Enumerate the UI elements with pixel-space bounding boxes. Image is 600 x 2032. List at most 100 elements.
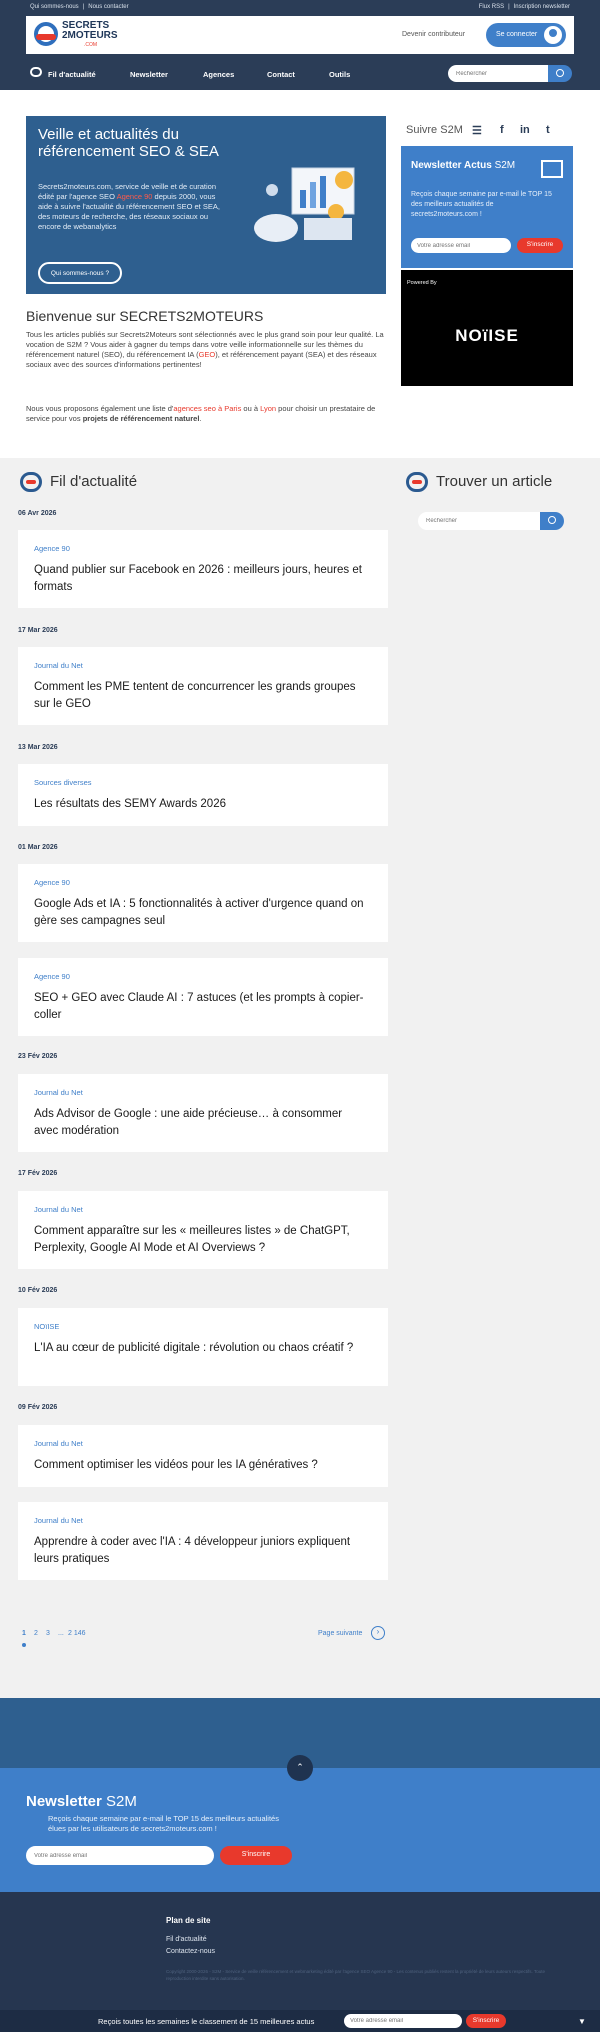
article-search-button[interactable] (540, 512, 564, 530)
article-source[interactable]: Agence 90 (34, 544, 70, 553)
newsletter-email-input[interactable] (411, 238, 511, 253)
article-card[interactable]: Journal du Net Apprendre à coder avec l'I… (18, 1502, 388, 1580)
p2-strong: projets de référencement naturel (82, 414, 200, 423)
search-icon (548, 516, 556, 524)
page-link-3[interactable]: 3 (46, 1630, 50, 1637)
envelope-icon (541, 160, 563, 178)
facebook-icon[interactable]: f (500, 124, 504, 136)
article-title[interactable]: SEO + GEO avec Claude AI : 7 astuces (et… (34, 990, 364, 1024)
top-utility-bar: Qui sommes-nous | Nous contacter Flux RSS |… (0, 0, 600, 14)
hero-title: Veille et actualités du référencement SE… (38, 126, 219, 160)
login-label: Se connecter (496, 31, 538, 38)
paris-agencies-link[interactable]: agences seo à Paris (173, 404, 241, 413)
article-title[interactable]: L'IA au cœur de publicité digitale : rév… (34, 1340, 364, 1357)
nav-item-tools[interactable]: Outils (329, 70, 350, 79)
nl-title-a: Newsletter Actus (411, 160, 492, 171)
logo-text-2: 2MOTEURS (62, 30, 118, 41)
rss-icon[interactable]: ☰ (472, 124, 482, 137)
article-search-input[interactable] (418, 512, 540, 530)
sticky-email-input[interactable] (344, 2014, 462, 2028)
article-source[interactable]: Journal du Net (34, 1205, 83, 1214)
article-card[interactable]: Journal du Net Comment optimiser les vidé… (18, 1425, 388, 1487)
lyon-link[interactable]: Lyon (260, 404, 276, 413)
link-rss[interactable]: Flux RSS (479, 4, 504, 10)
header-box: SECRETS 2MOTEURS .COM Devenir contribute… (26, 16, 574, 54)
article-card[interactable]: Journal du Net Comment les PME tentent de… (18, 647, 388, 725)
article-title[interactable]: Ads Advisor de Google : une aide précieu… (34, 1106, 364, 1140)
bn-title-a: Newsletter (26, 1793, 102, 1810)
login-button[interactable]: Se connecter (486, 23, 566, 47)
sticky-bar-text: Reçois toutes les semaines le classement… (98, 2017, 315, 2026)
article-source[interactable]: Agence 90 (34, 972, 70, 981)
welcome-paragraph-2: Nous vous proposons également une liste … (26, 404, 386, 424)
link-about[interactable]: Qui sommes-nous (30, 4, 79, 10)
page-link-last[interactable]: 2 146 (68, 1630, 86, 1637)
article-title[interactable]: Comment apparaître sur les « meilleures … (34, 1223, 364, 1257)
footer-heading: Plan de site (166, 1916, 211, 1925)
article-card[interactable]: Agence 90 Google Ads et IA : 5 fonctionna… (18, 864, 388, 942)
newsletter-subscribe-button[interactable]: S'inscrire (517, 238, 563, 253)
nav-item-newsletter[interactable]: Newsletter (130, 70, 168, 79)
bottom-newsletter-email-input[interactable] (26, 1846, 214, 1865)
p2-mid: ou à (241, 404, 261, 413)
article-title[interactable]: Quand publier sur Facebook en 2026 : mei… (34, 562, 364, 596)
article-title[interactable]: Comment optimiser les vidéos pour les IA… (34, 1457, 364, 1474)
footer-copyright: Copyright 2000-2026 - S2M - Service de v… (166, 1969, 545, 1981)
twitter-icon[interactable]: t (546, 124, 550, 136)
article-source[interactable]: Journal du Net (34, 1439, 83, 1448)
page-link-1[interactable]: 1 (22, 1630, 26, 1637)
scroll-top-button[interactable]: ⌃ (287, 1755, 313, 1781)
nav-item-contact[interactable]: Contact (267, 70, 295, 79)
article-card[interactable]: Journal du Net Comment apparaître sur les… (18, 1191, 388, 1269)
article-card[interactable]: Agence 90 Quand publier sur Facebook en 2… (18, 530, 388, 608)
footer-link-feed[interactable]: Fil d'actualité (166, 1936, 207, 1943)
article-title[interactable]: Comment les PME tentent de concurrencer … (34, 679, 364, 713)
sponsor-block[interactable]: Powered By NOïISE (401, 270, 573, 386)
nl-title-b: S2M (494, 160, 516, 171)
feed-date: 01 Mar 2026 (18, 844, 58, 851)
article-title[interactable]: Google Ads et IA : 5 fonctionnalités à a… (34, 896, 364, 930)
article-source[interactable]: NOïISE (34, 1322, 59, 1331)
article-source[interactable]: Agence 90 (34, 878, 70, 887)
article-source[interactable]: Journal du Net (34, 661, 83, 670)
geo-link[interactable]: GEO (199, 350, 216, 359)
page-link-2[interactable]: 2 (34, 1630, 38, 1637)
hero-banner: Veille et actualités du référencement SE… (26, 116, 386, 294)
powered-by-label: Powered By (407, 280, 437, 286)
arrow-right-icon[interactable]: › (371, 1626, 385, 1640)
footer-link-contact[interactable]: Contactez-nous (166, 1948, 215, 1955)
hero-agency-link[interactable]: Agence 90 (117, 192, 153, 201)
nav-search-button[interactable] (548, 65, 572, 82)
article-source[interactable]: Sources diverses (34, 778, 92, 787)
nav-item-feed[interactable]: Fil d'actualité (48, 70, 96, 79)
article-source[interactable]: Journal du Net (34, 1088, 83, 1097)
search-icon (556, 69, 564, 77)
article-title[interactable]: Apprendre à coder avec l'IA : 4 développ… (34, 1534, 364, 1568)
follow-label: Suivre S2M (406, 124, 463, 136)
feed-date: 09 Fév 2026 (18, 1404, 58, 1411)
nav-search-input[interactable] (448, 65, 548, 82)
current-page-indicator (22, 1643, 26, 1647)
feed-date: 17 Mar 2026 (18, 627, 58, 634)
article-source[interactable]: Journal du Net (34, 1516, 83, 1525)
link-contact[interactable]: Nous contacter (88, 4, 128, 10)
next-page-link[interactable]: Page suivante (318, 1630, 362, 1637)
feed-date: 10 Fév 2026 (18, 1287, 58, 1294)
nav-item-agencies[interactable]: Agences (203, 70, 234, 79)
header: SECRETS 2MOTEURS .COM Devenir contribute… (0, 14, 600, 56)
bottom-newsletter-subscribe-button[interactable]: S'inscrire (220, 1846, 292, 1865)
about-us-button[interactable]: Qui sommes-nous ? (38, 262, 122, 284)
bottom-newsletter: Newsletter S2M Reçois chaque semaine par… (0, 1768, 600, 1892)
sticky-newsletter-bar: Reçois toutes les semaines le classement… (0, 2010, 600, 2032)
become-contributor-link[interactable]: Devenir contributeur (402, 31, 465, 38)
sponsor-logo: NOïISE (455, 326, 519, 345)
linkedin-icon[interactable]: in (520, 124, 530, 136)
article-card[interactable]: Journal du Net Ads Advisor de Google : un… (18, 1074, 388, 1152)
sticky-subscribe-button[interactable]: S'inscrire (466, 2014, 506, 2028)
article-title[interactable]: Les résultats des SEMY Awards 2026 (34, 796, 364, 813)
article-card[interactable]: Agence 90 SEO + GEO avec Claude AI : 7 as… (18, 958, 388, 1036)
article-card[interactable]: NOïISE L'IA au cœur de publicité digitale… (18, 1308, 388, 1386)
article-card[interactable]: Sources diverses Les résultats des SEMY A… (18, 764, 388, 826)
chevron-down-icon[interactable]: ▼ (578, 2017, 586, 2026)
link-newsletter-signup[interactable]: Inscription newsletter (514, 4, 570, 10)
